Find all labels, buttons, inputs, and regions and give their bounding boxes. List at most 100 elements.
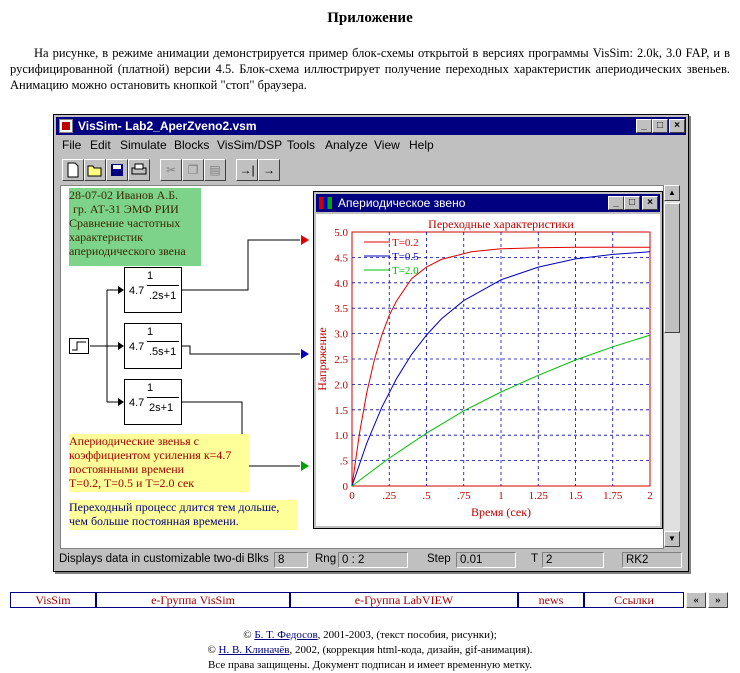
- y-tick-label: 4.0: [334, 278, 348, 290]
- menu-blocks[interactable]: Blocks: [174, 138, 209, 152]
- run-right-icon[interactable]: →: [258, 159, 280, 181]
- plot-area: 0 .25 .5 .75 1 1.25 1.5 1.75 2 0 .5 1.0 1.5 2.0 2.5 3.0…: [315, 214, 660, 526]
- y-tick-label: 5.0: [334, 227, 348, 239]
- vissim-window: VisSim- Lab2_AperZveno2.vsm _ □ × File E…: [53, 114, 689, 572]
- block-numerator: 1: [147, 270, 154, 282]
- nav-link-vissim[interactable]: VisSim: [10, 592, 96, 608]
- intro-paragraph: На рисунке, в режиме анимации демонстрир…: [10, 46, 730, 92]
- page-heading: Приложение: [327, 10, 413, 26]
- block-denominator: .2s+1: [149, 290, 177, 302]
- copyright-sign: ©: [243, 629, 255, 641]
- plot-window[interactable]: Апериодическое звено _ □ × 0 .25 .5 .75 1 1.2…: [313, 191, 663, 529]
- vertical-scrollbar[interactable]: ▲ ▼: [664, 185, 680, 547]
- open-folder-icon[interactable]: [84, 159, 106, 181]
- status-message: Displays data in customizable two-dimens…: [59, 553, 244, 565]
- x-tick-label: 1: [498, 490, 504, 502]
- step-right-icon[interactable]: →|: [236, 159, 258, 181]
- save-icon[interactable]: [106, 159, 128, 181]
- transfer-function-block[interactable]: 4.7 1 2s+1: [124, 379, 182, 425]
- menubar: File Edit Simulate Blocks VisSim/DSP Too…: [56, 135, 686, 155]
- y-tick-label: 2.5: [334, 354, 348, 366]
- scroll-down-icon[interactable]: ▼: [664, 531, 680, 547]
- plot-maximize-button[interactable]: □: [624, 196, 640, 210]
- x-tick-label: 2: [647, 490, 653, 502]
- y-axis-label: Напряжение: [316, 327, 329, 390]
- minimize-button[interactable]: _: [636, 119, 652, 133]
- blue-input-arrow: [301, 349, 309, 359]
- x-tick-label: 1.5: [569, 490, 583, 502]
- block-numerator: 1: [147, 382, 154, 394]
- print-icon[interactable]: [128, 159, 150, 181]
- toolbar: ✂ ❐ ▤ →| →: [56, 157, 686, 183]
- nav-link-egroup-labview[interactable]: e-Группа LabVIEW: [290, 592, 518, 608]
- plot-close-button[interactable]: ×: [642, 196, 658, 210]
- block-denominator: .5s+1: [149, 346, 177, 358]
- status-t-label: T: [531, 553, 539, 565]
- y-tick-label: 0: [343, 481, 349, 493]
- plot-minimize-button[interactable]: _: [608, 196, 624, 210]
- chart-svg: 0 .25 .5 .75 1 1.25 1.5 1.75 2 0 .5 1.0 1.5 2.0 2.5 3.0…: [315, 217, 653, 519]
- footer-line: © Б. Т. Федосов, 2001-2003, (текст пособ…: [0, 628, 740, 643]
- plot-window-title: Апериодическое звено: [338, 196, 466, 210]
- legend-label: T=0.2: [392, 237, 419, 249]
- y-tick-label: 4.5: [334, 252, 348, 264]
- scroll-thumb[interactable]: [664, 203, 680, 333]
- step-source-block[interactable]: [69, 338, 89, 354]
- transfer-function-block[interactable]: 4.7 1 .5s+1: [124, 323, 182, 369]
- scroll-up-icon[interactable]: ▲: [664, 185, 680, 201]
- block-numerator: 1: [147, 326, 154, 338]
- block-gain: 4.7: [129, 285, 145, 297]
- new-file-icon[interactable]: [62, 159, 84, 181]
- status-blks-value: 8: [274, 552, 308, 568]
- footer-text: , 2002, (коррекция html-кода, дизайн, gi…: [289, 644, 533, 656]
- fraction-bar: [147, 397, 179, 398]
- menu-tools[interactable]: Tools: [287, 138, 315, 152]
- menu-analyze[interactable]: Analyze: [325, 138, 368, 152]
- note-line: Апериодические звенья с: [69, 434, 199, 448]
- menu-edit[interactable]: Edit: [90, 138, 111, 152]
- status-rng-label: Rng: [315, 553, 337, 565]
- menu-file[interactable]: File: [62, 138, 81, 152]
- next-page-button[interactable]: »: [708, 592, 728, 608]
- menu-vissim-dsp[interactable]: VisSim/DSP: [217, 138, 282, 152]
- close-button[interactable]: ×: [669, 119, 685, 133]
- x-tick-label: 1.25: [529, 490, 549, 502]
- legend-label: T=0.5: [392, 251, 419, 263]
- menu-help[interactable]: Help: [409, 138, 434, 152]
- vissim-app-icon[interactable]: [59, 119, 73, 133]
- y-tick-label: 1.5: [334, 405, 348, 417]
- cut-icon[interactable]: ✂: [160, 159, 182, 181]
- menu-simulate[interactable]: Simulate: [120, 138, 167, 152]
- fraction-bar: [147, 341, 179, 342]
- status-blks-label: Blks: [247, 553, 269, 565]
- status-step-label: Step: [427, 553, 451, 565]
- window-title: VisSim- Lab2_AperZveno2.vsm: [78, 119, 257, 133]
- prev-page-button[interactable]: «: [686, 592, 706, 608]
- y-tick-label: 3.5: [334, 303, 348, 315]
- nav-link-egroup-vissim[interactable]: e-Группа VisSim: [96, 592, 290, 608]
- author-link[interactable]: Н. В. Клиначёв: [219, 644, 290, 656]
- diagram-canvas[interactable]: 28-07-02 Иванов А.Б. гр. АТ-31 ЭМФ РИИ С…: [60, 185, 664, 549]
- copy-icon[interactable]: ❐: [182, 159, 204, 181]
- status-bar: Displays data in customizable two-dimens…: [56, 551, 686, 569]
- note-line: Переходный процесс длится тем дольше,: [69, 500, 280, 514]
- block-gain: 4.7: [129, 397, 145, 409]
- green-input-arrow: [301, 461, 309, 471]
- plot-titlebar[interactable]: Апериодическое звено _ □ ×: [316, 194, 660, 212]
- maximize-button[interactable]: □: [652, 119, 668, 133]
- y-tick-label: 2.0: [334, 379, 348, 391]
- diagram-wires: [72, 235, 309, 471]
- y-tick-label: 1.0: [334, 430, 348, 442]
- nav-link-links[interactable]: Ссылки: [584, 592, 684, 608]
- paste-icon[interactable]: ▤: [204, 159, 226, 181]
- transfer-function-block[interactable]: 4.7 1 .2s+1: [124, 267, 182, 313]
- red-input-arrow: [301, 235, 309, 245]
- note-line: постоянными времени: [69, 462, 185, 476]
- window-titlebar[interactable]: VisSim- Lab2_AperZveno2.vsm _ □ ×: [56, 117, 686, 135]
- x-tick-label: 0: [349, 490, 355, 502]
- block-denominator: 2s+1: [149, 402, 174, 414]
- author-link[interactable]: Б. Т. Федосов: [254, 629, 317, 641]
- nav-link-news[interactable]: news: [518, 592, 584, 608]
- x-tick-label: .75: [457, 490, 471, 502]
- menu-view[interactable]: View: [374, 138, 400, 152]
